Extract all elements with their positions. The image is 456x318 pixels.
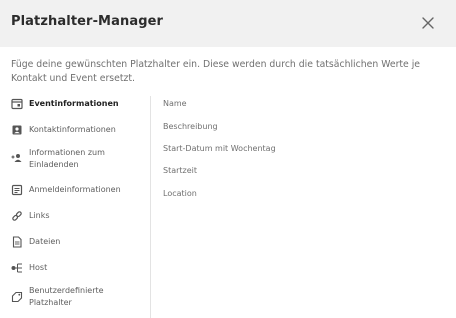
tag-icon: [11, 291, 23, 303]
nav-label: Eventinformationen: [29, 99, 119, 108]
host-icon: [11, 262, 23, 274]
placeholder-item[interactable]: Start-Datum mit Wochentag: [163, 144, 276, 153]
form-list-icon: [11, 184, 23, 196]
column-divider: [150, 96, 151, 318]
close-button[interactable]: [419, 14, 437, 32]
nav-label: Informationen zum Einladenden: [29, 148, 105, 169]
placeholder-item[interactable]: Name: [163, 99, 187, 108]
placeholder-item[interactable]: Beschreibung: [163, 122, 218, 131]
placeholder-item[interactable]: Location: [163, 189, 197, 198]
dialog-header: Platzhalter-Manager: [0, 0, 456, 47]
document-icon: [11, 236, 23, 248]
nav-label: Anmeldeinformationen: [29, 185, 121, 194]
nav-item-benutzerdefinierte-platzhalter[interactable]: Benutzerdefinierte Platzhalter: [0, 285, 150, 311]
nav-label: Benutzerdefinierte Platzhalter: [29, 286, 104, 307]
link-icon: [11, 210, 23, 222]
close-icon: [422, 17, 434, 29]
nav-item-informationen-zum-einladenden[interactable]: Informationen zum Einladenden: [0, 147, 150, 173]
intro-text: Füge deine gewünschten Platzhalter ein. …: [11, 59, 421, 84]
placeholder-manager-dialog: Platzhalter-Manager Füge deine gewünscht…: [0, 0, 456, 318]
nav-item-dateien[interactable]: Dateien: [0, 235, 150, 249]
nav-item-anmeldeinformationen[interactable]: Anmeldeinformationen: [0, 183, 150, 197]
nav-label: Dateien: [29, 237, 61, 246]
nav-item-host[interactable]: Host: [0, 261, 150, 275]
nav-label: Host: [29, 263, 48, 272]
contact-card-icon: [11, 124, 23, 136]
nav-item-kontaktinformationen[interactable]: Kontaktinformationen: [0, 123, 150, 137]
person-add-icon: [11, 152, 23, 164]
nav-item-links[interactable]: Links: [0, 209, 150, 223]
placeholder-item[interactable]: Startzeit: [163, 166, 197, 175]
nav-label: Links: [29, 211, 50, 220]
nav-item-eventinformationen[interactable]: Eventinformationen: [0, 97, 150, 111]
calendar-card-icon: [11, 98, 23, 110]
dialog-title: Platzhalter-Manager: [11, 14, 164, 29]
nav-label: Kontaktinformationen: [29, 125, 116, 134]
